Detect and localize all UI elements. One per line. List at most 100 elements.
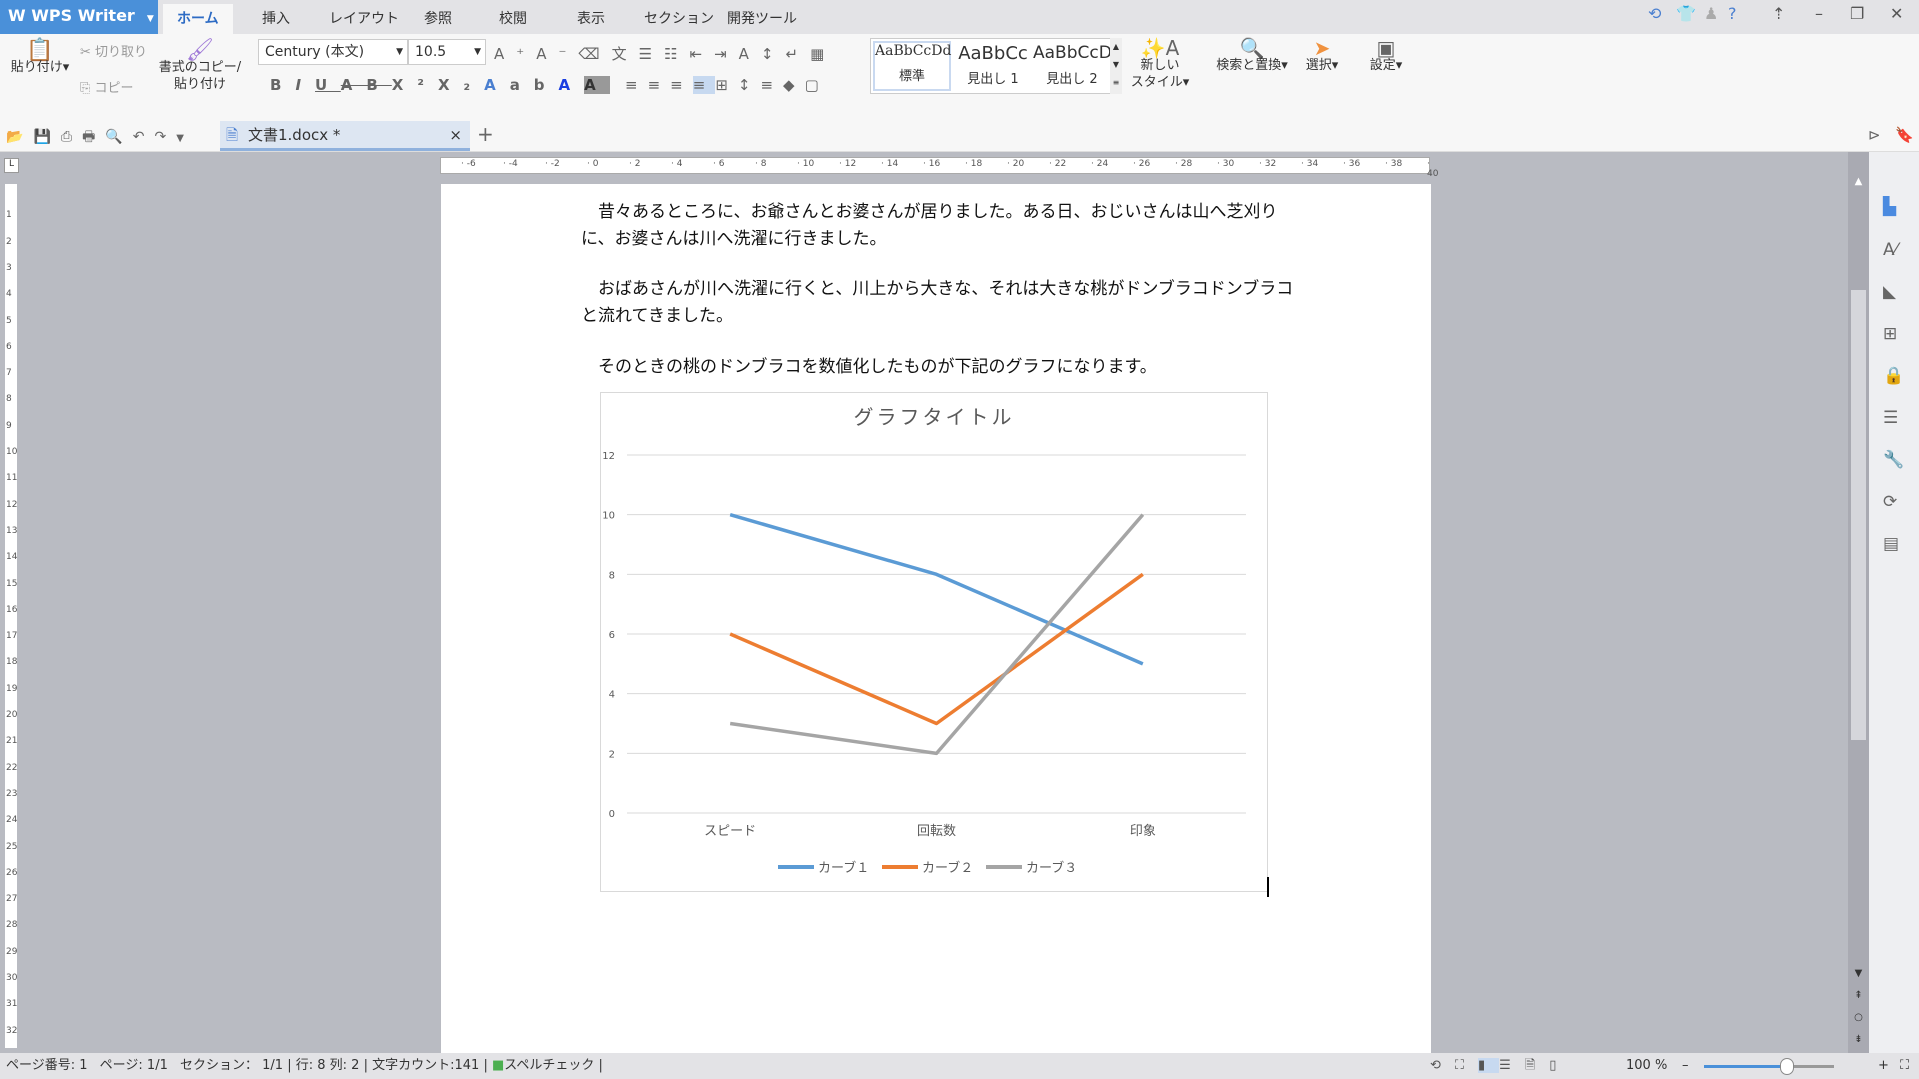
find-replace-button[interactable]: 🔍 検索と置換▾ (1210, 38, 1294, 74)
print-icon[interactable]: 🖶 (82, 129, 105, 145)
copy-button[interactable]: ⎘ コピー (80, 80, 134, 97)
indent-icon[interactable]: ⇥ (714, 45, 739, 63)
outdent-icon[interactable]: ⇤ (690, 45, 715, 63)
document-panel-icon[interactable]: ▙ (1883, 197, 1896, 217)
paste-button[interactable]: 📋 貼り付け▾ (8, 40, 72, 76)
strikethrough-icon[interactable]: AB (341, 76, 392, 94)
font-size-select[interactable]: 10.5 ▼ (408, 39, 486, 65)
zoom-slider-handle[interactable] (1780, 1058, 1794, 1075)
line-spacing-icon[interactable]: ↕≡ (738, 76, 783, 94)
paragraph-mark-icon[interactable]: ↵ (786, 45, 811, 63)
underline-icon[interactable]: U (315, 76, 341, 94)
bullets-icon[interactable]: ☰ (639, 45, 664, 63)
font-color-icon[interactable]: A (559, 76, 585, 94)
tab-home[interactable]: ホーム (163, 4, 233, 34)
tab-layout[interactable]: レイアウト (315, 4, 413, 34)
user-icon[interactable]: ♟ (1704, 4, 1718, 23)
outline-view-icon[interactable]: ☰ (1499, 1058, 1525, 1073)
char-shading-icon[interactable]: A (584, 76, 610, 94)
status-word-count[interactable]: 文字カウント:141 (372, 1058, 479, 1073)
export-pdf-icon[interactable]: ⎙ (61, 129, 82, 145)
select-panel-icon[interactable]: ◣ (1883, 282, 1896, 302)
justify-icon[interactable]: ≡ (692, 76, 716, 94)
zoom-slider[interactable] (1704, 1058, 1834, 1075)
font-family-select[interactable]: Century (本文) ▼ (258, 39, 408, 65)
tab-developer[interactable]: 開発ツール (713, 4, 811, 34)
bold-icon[interactable]: B (270, 76, 295, 94)
history-icon[interactable]: ⟲ (1430, 1058, 1455, 1073)
fullscreen-icon[interactable]: ⛶ (1455, 1058, 1478, 1073)
highlight-icon[interactable]: ab (510, 76, 559, 94)
scrollbar-thumb[interactable] (1851, 290, 1866, 740)
subscript-icon[interactable]: X₂ (438, 76, 484, 94)
tab-references[interactable]: 参照 (410, 4, 466, 34)
reading-view-icon[interactable]: ▯ (1549, 1058, 1570, 1073)
backup-panel-icon[interactable]: ⟳ (1883, 492, 1897, 512)
zoom-level[interactable]: 100 % (1626, 1053, 1667, 1079)
skin-icon[interactable]: 👕 (1676, 4, 1696, 23)
restore-button[interactable]: ❐ (1850, 4, 1864, 23)
borders-icon[interactable]: ▢ (805, 76, 829, 94)
char-spacing-icon[interactable]: A↕ (739, 45, 786, 63)
clear-format-icon[interactable]: ⌫ (578, 45, 611, 63)
undo-icon[interactable]: ↶ (133, 129, 155, 145)
protect-panel-icon[interactable]: 🔒 (1883, 366, 1904, 386)
bookmark-icon[interactable]: 🔖 (1895, 126, 1914, 144)
select-button[interactable]: ➤ 選択▾ (1298, 38, 1346, 74)
sync-icon[interactable]: ⟲ (1648, 4, 1661, 23)
superscript-icon[interactable]: X² (392, 76, 438, 94)
tab-stop-selector[interactable]: L (4, 158, 19, 173)
text-effect-icon[interactable]: A (484, 76, 510, 94)
align-center-icon[interactable]: ≡ (648, 76, 671, 94)
tab-insert[interactable]: 挿入 (248, 4, 304, 34)
scroll-up-icon[interactable]: ▲ (1848, 176, 1869, 187)
outline-panel-icon[interactable]: ☰ (1883, 408, 1898, 428)
grow-font-icon[interactable]: A⁺ (494, 45, 536, 63)
style-normal[interactable]: AaBbCcDd 標準 (873, 41, 951, 91)
gallery-panel-icon[interactable]: ⊞ (1883, 324, 1897, 344)
format-painter-button[interactable]: 🖌 書式のコピー/ 貼り付け (155, 40, 245, 93)
tab-view[interactable]: 表示 (563, 4, 619, 34)
distributed-icon[interactable]: ⊞ (715, 76, 738, 94)
document-tab[interactable]: 🗎 文書1.docx * × (220, 121, 470, 151)
table-icon[interactable]: ▦ (810, 45, 836, 63)
zoom-in-button[interactable]: + (1878, 1053, 1889, 1079)
cut-button[interactable]: ✂ 切り取り (80, 44, 147, 61)
open-icon[interactable]: 📂 (6, 129, 33, 145)
align-right-icon[interactable]: ≡ (670, 76, 693, 94)
new-style-button[interactable]: ✨A 新しい スタイル▾ (1130, 38, 1190, 91)
phonetic-icon[interactable]: 文 (612, 45, 639, 63)
minimize-button[interactable]: – (1815, 4, 1823, 23)
print-preview-icon[interactable]: 🔍 (105, 129, 132, 145)
align-left-icon[interactable]: ≡ (625, 76, 648, 94)
save-icon[interactable]: 💾 (33, 129, 60, 145)
page-view-icon[interactable]: ▮ (1478, 1058, 1500, 1073)
document-page[interactable]: 昔々あるところに、お爺さんとお婆さんが居りました。ある日、おじいさんは山へ芝刈り… (441, 184, 1431, 1053)
close-window-button[interactable]: ✕ (1890, 4, 1903, 23)
redo-icon[interactable]: ↷ (154, 129, 176, 145)
style-heading-2[interactable]: AaBbCcD 見出し 2 (1033, 43, 1111, 87)
style-panel-icon[interactable]: A⁄ (1883, 240, 1897, 260)
vertical-ruler[interactable]: 1 2 3 4 5 6 7 8 9 10 11 12 13 14 15 16 17 18 19 20 21 22 23 24 2… (5, 184, 17, 1048)
shading-icon[interactable]: ◆ (783, 76, 805, 94)
tools-panel-icon[interactable]: 🔧 (1883, 450, 1904, 470)
tab-review[interactable]: 校閲 (485, 4, 541, 34)
new-tab-button[interactable]: + (477, 122, 494, 146)
pin-ribbon-icon[interactable]: ⇡ (1772, 4, 1785, 23)
line-chart[interactable]: グラフタイトル 0 2 4 6 8 10 12 スピード 回転数 印象カーブ１ カーブ２ カーブ３ (600, 392, 1268, 892)
settings-button[interactable]: ▣ 設定▾ (1362, 38, 1410, 74)
page-nav-icons[interactable]: ▼ ⇞ ○ ⇟ (1848, 963, 1869, 1051)
web-view-icon[interactable]: 🗎 (1525, 1058, 1549, 1073)
shrink-font-icon[interactable]: A⁻ (536, 45, 578, 63)
help-icon[interactable]: ? (1728, 4, 1737, 23)
numbering-icon[interactable]: ☷ (664, 45, 689, 63)
app-menu-button[interactable]: W WPS Writer ▼ (0, 0, 158, 34)
customize-dropdown-icon[interactable]: ▼ (176, 133, 194, 144)
style-heading-1[interactable]: AaBbCc 見出し 1 (953, 43, 1033, 87)
close-tab-icon[interactable]: × (449, 121, 462, 149)
style-gallery-scroll[interactable]: ▲ ▼ ≡ (1110, 38, 1122, 94)
horizontal-ruler[interactable]: · -6 · -4 · -2 · 0 · 2 · 4 · 6 · 8 · 10 · 12 · 14 ·… (440, 157, 1438, 179)
spellcheck-button[interactable]: スペルチェック (504, 1058, 594, 1073)
layout-panel-icon[interactable]: ▤ (1883, 534, 1899, 554)
fit-window-icon[interactable]: ⛶ (1900, 1053, 1909, 1079)
